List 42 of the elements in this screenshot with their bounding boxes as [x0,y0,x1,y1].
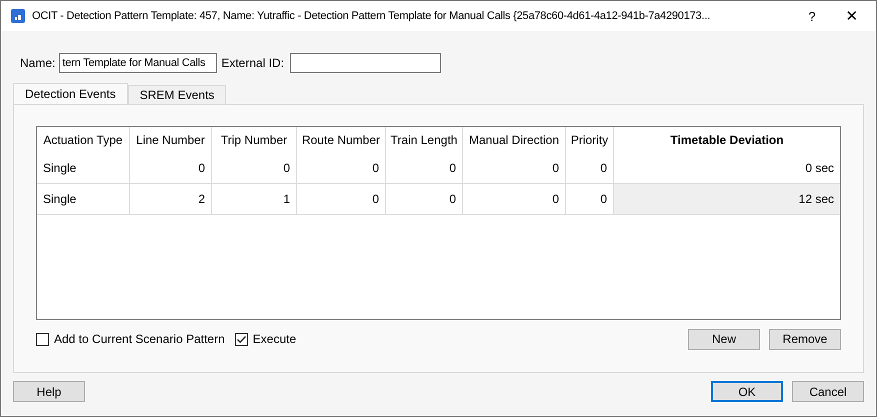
column-header[interactable]: Timetable Deviation [614,127,840,153]
table-cell: 0 [386,153,463,183]
table-cell: 12 sec [614,184,840,214]
window-title: OCIT - Detection Pattern Template: 457, Name: Yutraffic - Detection Pattern Template for Manual Calls {25a78c60-4d61-4a12-941b-7a4290173... [32,10,712,22]
external-id-label: External ID: [221,56,284,70]
table-cell: 0 [463,153,566,183]
checkbox-label: Add to Current Scenario Pattern [54,332,225,346]
help-button[interactable]: Help [13,381,85,402]
table-cell: Single [37,153,130,183]
table-cell: 0 [130,153,212,183]
table-button[interactable]: Remove [769,328,841,350]
column-header[interactable]: Manual Direction [463,127,566,153]
table-cell: 0 [212,153,297,183]
table-button[interactable]: New [688,328,760,350]
column-header[interactable]: Route Number [297,127,386,153]
help-button[interactable]: ? [792,1,832,31]
table-cell-text: 0 sec [804,160,835,177]
checkbox-label: Execute [252,332,296,346]
dialog-button[interactable]: OK [711,381,783,402]
table-cell: 0 [297,153,386,183]
table-cell: 1 [212,184,297,214]
external-id-field[interactable] [290,53,442,73]
tab[interactable]: SREM Events [128,85,226,104]
table-cell: 0 [463,184,566,214]
close-button[interactable]: ✕ [832,1,872,31]
app-icon [11,9,25,23]
column-header[interactable]: Line Number [130,127,212,153]
table-cell: 0 [297,184,386,214]
column-header[interactable]: Actuation Type [37,127,130,153]
column-header[interactable]: Priority [566,127,614,153]
table-cell: 0 [386,184,463,214]
checkbox[interactable] [36,332,49,346]
column-header[interactable]: Trip Number [212,127,297,153]
dialog-button[interactable]: Cancel [792,381,864,402]
tab[interactable]: Detection Events [13,83,128,104]
column-header[interactable]: Train Length [386,127,463,153]
table-cell: 0 [566,153,614,183]
name-label: Name: [20,56,56,70]
table-cell: Single [37,184,130,214]
checkbox[interactable] [234,332,248,346]
name-field[interactable]: tern Template for Manual Calls [59,53,218,73]
table-cell: 2 [130,184,212,214]
